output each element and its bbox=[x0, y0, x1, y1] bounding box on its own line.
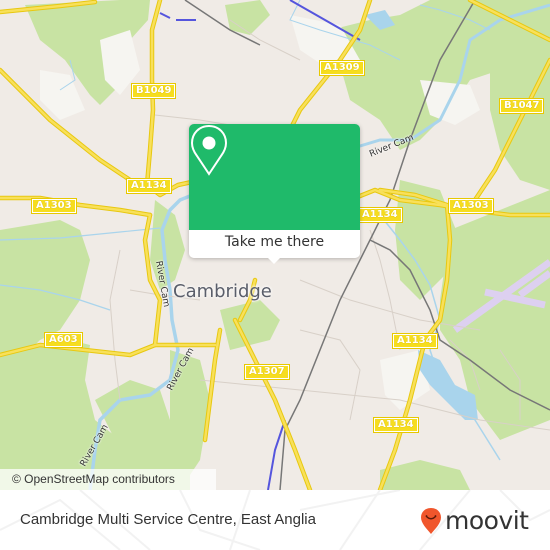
road-label-a1134-nw: A1134 bbox=[126, 178, 172, 194]
road-label-a1134-se: A1134 bbox=[373, 417, 419, 433]
road-label-a1307: A1307 bbox=[244, 364, 290, 380]
road-label-b1047: B1047 bbox=[498, 98, 545, 114]
take-me-there-button[interactable]: Take me there bbox=[189, 230, 360, 258]
popup-header bbox=[189, 124, 360, 230]
road-label-a603: A603 bbox=[44, 332, 83, 348]
popup-pointer bbox=[267, 257, 281, 264]
road-label-a1134-e: A1134 bbox=[392, 333, 438, 349]
road-label-a1134-ne: A1134 bbox=[357, 207, 403, 223]
road-label-b1049: B1049 bbox=[130, 83, 177, 99]
location-pin-icon bbox=[190, 124, 228, 176]
place-label-cambridge: Cambridge bbox=[173, 281, 272, 302]
moovit-logo[interactable]: moovit bbox=[420, 506, 529, 536]
road-label-a1303-e: A1303 bbox=[448, 198, 494, 214]
location-popup: Take me there bbox=[189, 124, 360, 264]
road-label-a1303-w: A1303 bbox=[31, 198, 77, 214]
footer: Cambridge Multi Service Centre, East Ang… bbox=[0, 490, 550, 550]
moovit-pin-icon bbox=[421, 508, 441, 534]
moovit-wordmark: moovit bbox=[445, 506, 529, 535]
location-title: Cambridge Multi Service Centre, East Ang… bbox=[20, 511, 316, 528]
map-view[interactable]: B1049 A1309 B1047 A1134 A1303 A1134 A130… bbox=[0, 0, 550, 490]
road-label-a1309: A1309 bbox=[319, 60, 365, 76]
map-attribution[interactable]: © OpenStreetMap contributors bbox=[0, 469, 216, 490]
